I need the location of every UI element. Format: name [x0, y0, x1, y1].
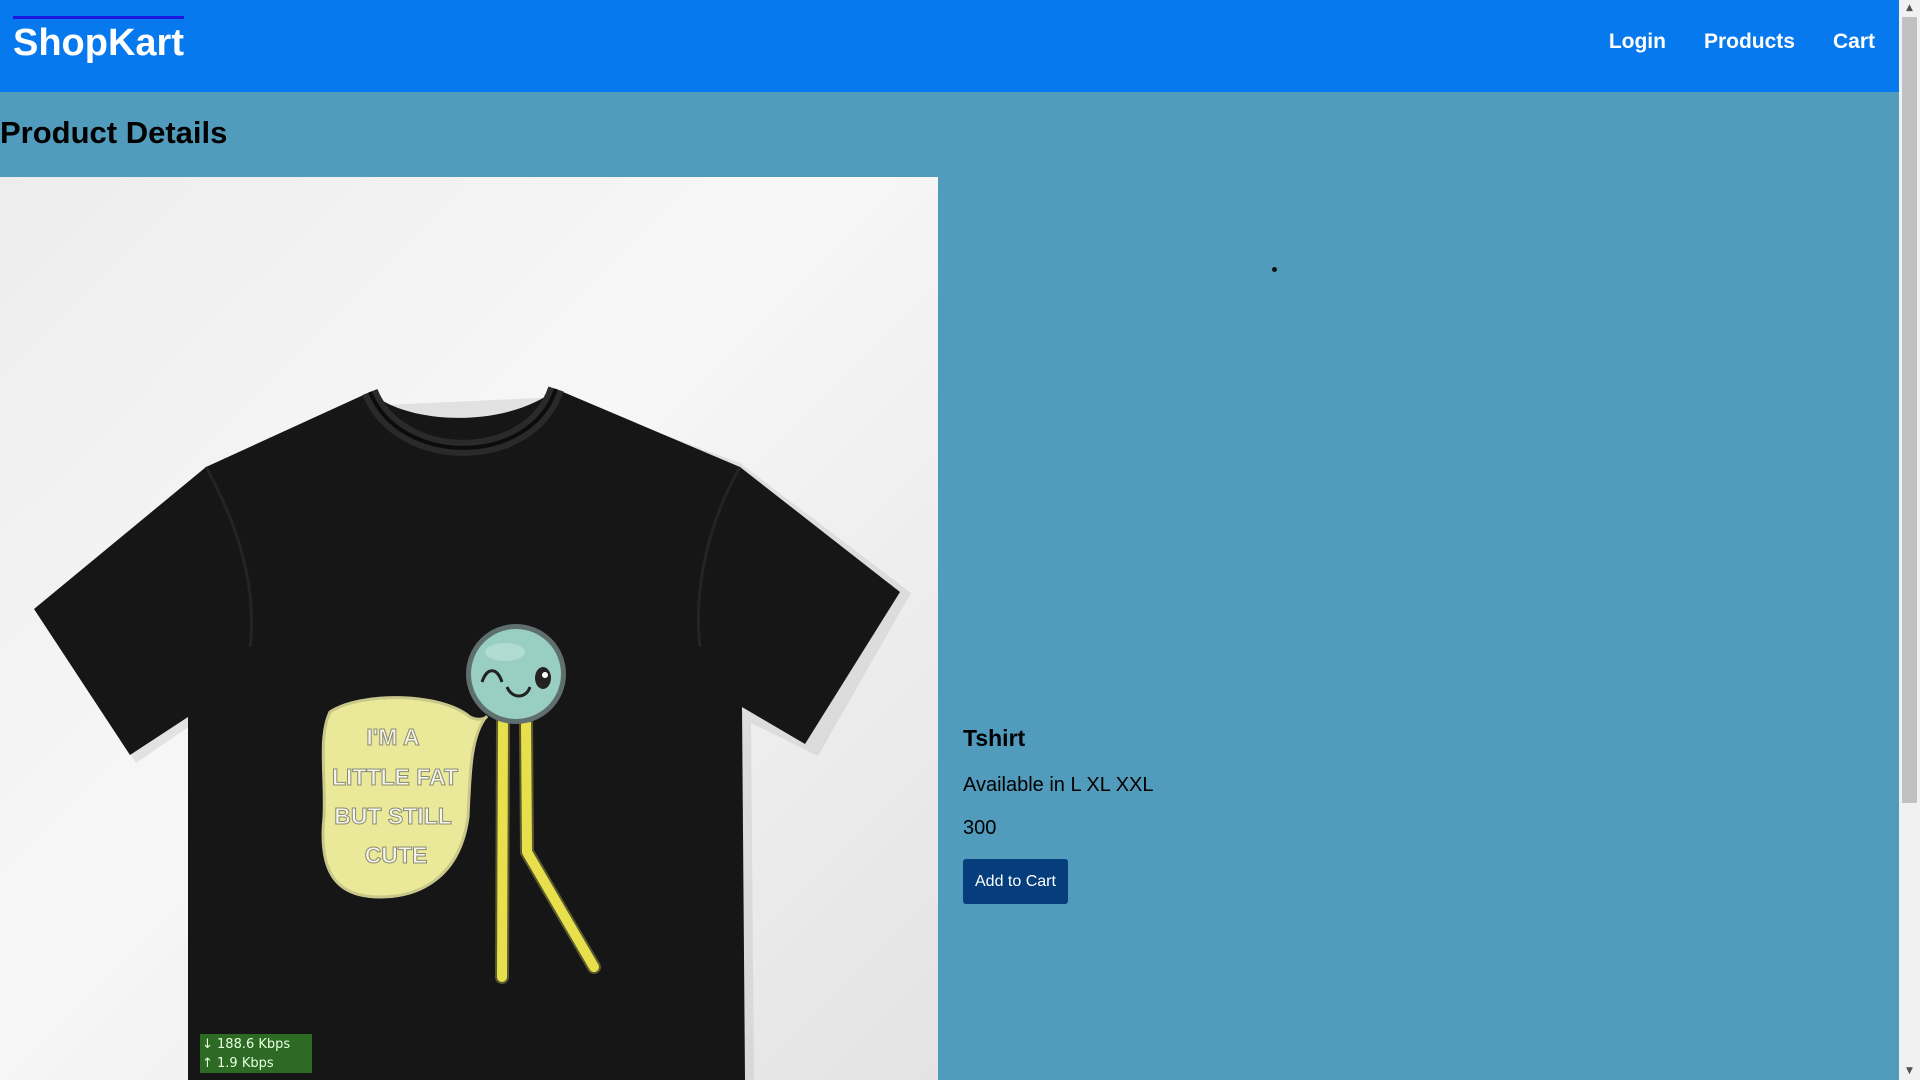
- tshirt-illustration: I'M A LITTLE FAT BUT STILL CUTE: [34, 386, 911, 1080]
- download-speed: ↓ 188.6 Kbps: [202, 1037, 291, 1052]
- add-to-cart-button[interactable]: Add to Cart: [963, 859, 1068, 904]
- vertical-scrollbar[interactable]: ▲ ▼: [1899, 0, 1920, 1080]
- brand-logo[interactable]: ShopKart: [13, 16, 184, 65]
- network-speed-overlay: ↓ 188.6 Kbps ↑ 1.9 Kbps: [200, 1034, 312, 1073]
- product-name: Tshirt: [963, 725, 1026, 751]
- navbar: ShopKart Login Products Cart: [0, 0, 1899, 92]
- nav-products-link[interactable]: Products: [1704, 30, 1795, 54]
- scrollbar-thumb[interactable]: [1902, 17, 1917, 803]
- nav-links: Login Products Cart: [1609, 30, 1875, 54]
- shirt-text-line-4: CUTE: [365, 842, 428, 868]
- page-title: Product Details: [0, 115, 228, 150]
- shirt-text-line-1: I'M A: [366, 724, 419, 750]
- product-image: I'M A LITTLE FAT BUT STILL CUTE: [0, 177, 938, 1080]
- nav-login-link[interactable]: Login: [1609, 30, 1666, 54]
- upload-speed: ↑ 1.9 Kbps: [202, 1056, 274, 1071]
- product-availability: Available in L XL XXL: [963, 774, 1154, 796]
- shirt-text-line-3: BUT STILL: [334, 803, 452, 829]
- shirt-text-line-2: LITTLE FAT: [332, 764, 458, 790]
- list-bullet: [1272, 267, 1277, 272]
- scroll-down-icon[interactable]: ▼: [1899, 1063, 1920, 1080]
- scroll-up-icon[interactable]: ▲: [1899, 0, 1920, 17]
- nav-cart-link[interactable]: Cart: [1833, 30, 1875, 54]
- product-details: Tshirt Available in L XL XXL 300 Add to …: [963, 722, 1154, 904]
- product-price: 300: [963, 817, 997, 839]
